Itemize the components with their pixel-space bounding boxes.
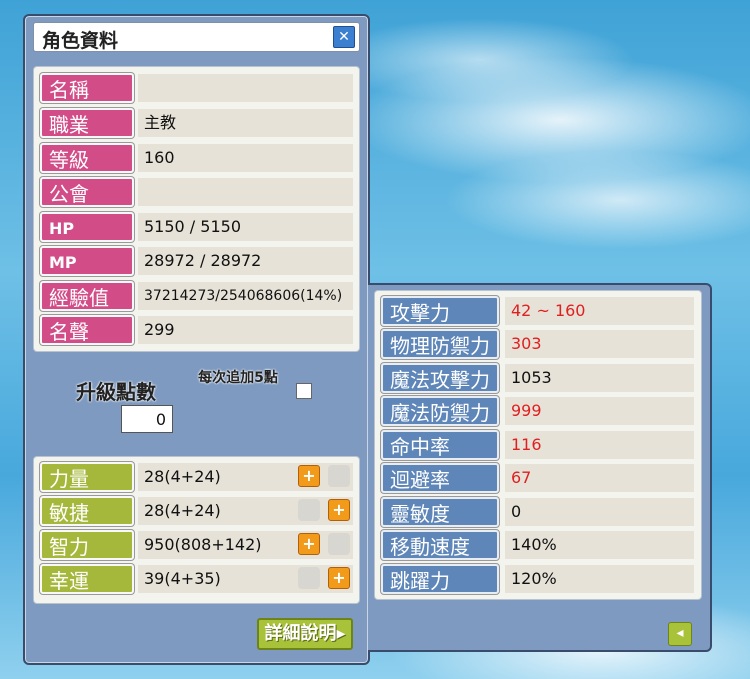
detail-label: 魔法防禦力 bbox=[381, 396, 499, 426]
detail-value: 1053 bbox=[505, 364, 694, 392]
plus-icon: + bbox=[302, 534, 316, 553]
profile-value: 28972 / 28972 bbox=[138, 247, 353, 275]
profile-label: 名聲 bbox=[40, 315, 134, 345]
profile-row-job: 職業 主教 bbox=[40, 108, 353, 138]
add-luk-button[interactable]: + bbox=[328, 567, 350, 589]
profile-row-level: 等級 160 bbox=[40, 143, 353, 173]
plus-icon: + bbox=[332, 500, 346, 519]
profile-label: HP bbox=[40, 212, 134, 242]
profile-label: 等級 bbox=[40, 143, 134, 173]
detail-value: 42 ~ 160 bbox=[505, 297, 694, 325]
stat-value: 950(808+142) bbox=[138, 531, 353, 559]
stat-value: 39(4+35) bbox=[138, 565, 353, 593]
profile-row-hp: HP 5150 / 5150 bbox=[40, 212, 353, 242]
profile-label: 職業 bbox=[40, 108, 134, 138]
profile-value: 37214273/254068606(14%) bbox=[138, 282, 353, 310]
profile-label: 名稱 bbox=[40, 73, 134, 103]
detail-label: 移動速度 bbox=[381, 530, 499, 560]
stat-value: 28(4+24) bbox=[138, 497, 353, 525]
profile-row-name: 名稱 bbox=[40, 73, 353, 103]
detail-stats-window: 攻擊力 42 ~ 160 物理防禦力 303 魔法攻擊力 1053 魔法防禦力 … bbox=[368, 283, 712, 652]
profile-label: 公會 bbox=[40, 177, 134, 207]
detail-label: 命中率 bbox=[381, 430, 499, 460]
stat-label: 幸運 bbox=[40, 564, 134, 594]
detail-label: 迴避率 bbox=[381, 463, 499, 493]
close-button[interactable]: ✕ bbox=[333, 26, 355, 48]
profile-row-mp: MP 28972 / 28972 bbox=[40, 246, 353, 276]
detail-value: 140% bbox=[505, 531, 694, 559]
stat-label: 敏捷 bbox=[40, 496, 134, 526]
detail-label: 物理防禦力 bbox=[381, 329, 499, 359]
add-dex-button[interactable]: + bbox=[328, 499, 350, 521]
close-icon: ✕ bbox=[338, 29, 350, 45]
profile-section: 名稱 職業 主教 等級 160 公會 HP 5150 / 5150 MP 289… bbox=[33, 66, 360, 352]
profile-value: 主教 bbox=[138, 109, 353, 137]
profile-row-exp: 經驗值 37214273/254068606(14%) bbox=[40, 281, 353, 311]
detail-row: 跳躍力 120% bbox=[381, 564, 694, 594]
detail-row: 迴避率 67 bbox=[381, 463, 694, 493]
detail-label: 魔法攻擊力 bbox=[381, 363, 499, 393]
title-bar[interactable]: 角色資料 ✕ bbox=[33, 22, 360, 52]
collapse-button[interactable]: ◂ bbox=[668, 622, 692, 646]
stat-value: 28(4+24) bbox=[138, 463, 353, 491]
stat-label: 力量 bbox=[40, 462, 134, 492]
detail-row: 魔法攻擊力 1053 bbox=[381, 363, 694, 393]
add-int-button[interactable]: + bbox=[298, 533, 320, 555]
stat-row-dex: 敏捷 28(4+24) + bbox=[40, 496, 353, 526]
profile-value: 5150 / 5150 bbox=[138, 213, 353, 241]
detail-value: 303 bbox=[505, 330, 694, 358]
plus-icon: + bbox=[332, 568, 346, 587]
detail-button[interactable]: 詳細說明▸ bbox=[257, 618, 353, 650]
detail-stats-section: 攻擊力 42 ~ 160 物理防禦力 303 魔法攻擊力 1053 魔法防禦力 … bbox=[374, 290, 702, 600]
profile-label: MP bbox=[40, 246, 134, 276]
stat-row-str: 力量 28(4+24) + bbox=[40, 462, 353, 492]
detail-value: 0 bbox=[505, 498, 694, 526]
window-title: 角色資料 bbox=[42, 30, 119, 52]
disabled-button bbox=[298, 499, 320, 521]
detail-row: 魔法防禦力 999 bbox=[381, 396, 694, 426]
ability-points-label: 升級點數 bbox=[76, 380, 156, 404]
profile-value: 160 bbox=[138, 144, 353, 172]
profile-value bbox=[138, 74, 353, 102]
auto-add-label: 每次追加5點 bbox=[198, 370, 278, 386]
detail-label: 跳躍力 bbox=[381, 564, 499, 594]
profile-row-guild: 公會 bbox=[40, 177, 353, 207]
detail-value: 120% bbox=[505, 565, 694, 593]
stat-row-luk: 幸運 39(4+35) + bbox=[40, 564, 353, 594]
arrow-right-icon: ▸ bbox=[336, 623, 346, 644]
ability-points-value: 0 bbox=[121, 405, 173, 433]
detail-button-label: 詳細說明 bbox=[264, 623, 337, 644]
detail-row: 物理防禦力 303 bbox=[381, 329, 694, 359]
detail-row: 移動速度 140% bbox=[381, 530, 694, 560]
arrow-left-icon: ◂ bbox=[676, 625, 684, 641]
profile-value bbox=[138, 178, 353, 206]
detail-label: 攻擊力 bbox=[381, 296, 499, 326]
detail-value: 116 bbox=[505, 431, 694, 459]
detail-value: 999 bbox=[505, 397, 694, 425]
stat-row-int: 智力 950(808+142) + bbox=[40, 530, 353, 560]
profile-row-fame: 名聲 299 bbox=[40, 315, 353, 345]
auto-add-checkbox[interactable] bbox=[296, 383, 312, 399]
profile-label: 經驗值 bbox=[40, 281, 134, 311]
plus-icon: + bbox=[302, 466, 316, 485]
detail-label: 靈敏度 bbox=[381, 497, 499, 527]
detail-row: 靈敏度 0 bbox=[381, 497, 694, 527]
detail-row: 命中率 116 bbox=[381, 430, 694, 460]
stats-section: 力量 28(4+24) + 敏捷 28(4+24) + 智力 950(808+1… bbox=[33, 456, 360, 604]
detail-row: 攻擊力 42 ~ 160 bbox=[381, 296, 694, 326]
disabled-button bbox=[328, 465, 350, 487]
disabled-button bbox=[298, 567, 320, 589]
detail-value: 67 bbox=[505, 464, 694, 492]
disabled-button bbox=[328, 533, 350, 555]
stat-label: 智力 bbox=[40, 530, 134, 560]
add-str-button[interactable]: + bbox=[298, 465, 320, 487]
profile-value: 299 bbox=[138, 316, 353, 344]
